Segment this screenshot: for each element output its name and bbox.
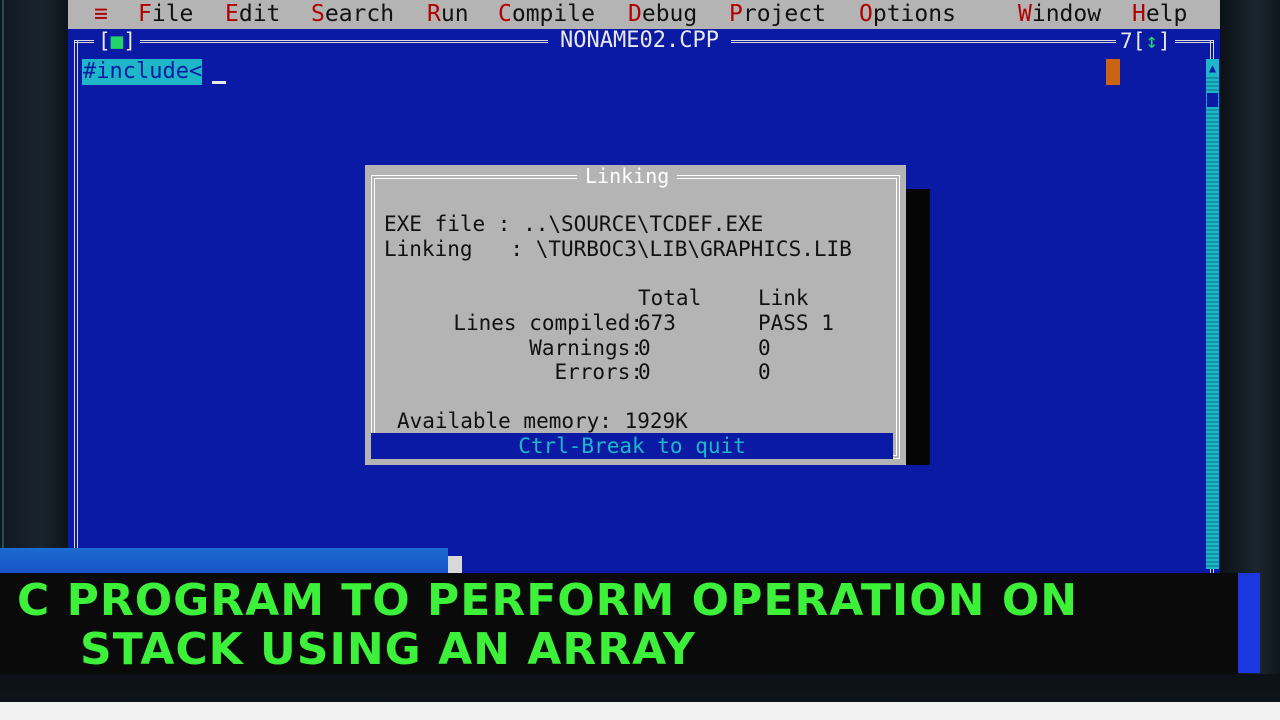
menu-run-label: un [440, 1, 469, 27]
dialog-title: Linking [577, 165, 678, 187]
vertical-scrollbar[interactable]: ▲ [1206, 59, 1219, 569]
errors-label: Errors: [554, 360, 643, 384]
memory-label: Available memory: [397, 409, 612, 433]
bottom-strip [0, 674, 1280, 720]
caption-line-2: STACK USING AN ARRAY [80, 624, 696, 675]
memory-row: Available memory: 1929K [397, 409, 688, 433]
scroll-up-icon[interactable]: ▲ [1206, 59, 1219, 77]
lines-compiled-total: 673 [638, 311, 676, 335]
window-zoom-button[interactable]: 7[↕] [1116, 29, 1175, 53]
menu-project-label: roject [742, 1, 826, 27]
menu-debug-hotkey: D [628, 1, 642, 27]
lines-compiled-link: PASS 1 [758, 311, 834, 335]
menu-compile-hotkey: C [498, 1, 512, 27]
menu-window-label: indow [1031, 1, 1102, 27]
warnings-label: Warnings: [529, 336, 643, 360]
system-menu-icon[interactable]: ≡ [94, 0, 108, 29]
menu-help[interactable]: Help [1132, 0, 1187, 29]
column-marker [1106, 59, 1120, 85]
lines-compiled-label: Lines compiled: [453, 311, 643, 335]
errors-link: 0 [758, 360, 771, 384]
errors-total: 0 [638, 360, 651, 384]
window-number: 7 [1120, 29, 1133, 53]
exe-file-row: EXE file : ..\SOURCE\TCDEF.EXE [384, 212, 763, 236]
menu-file-label: ile [151, 1, 194, 27]
menu-bar: ≡ File Edit Search Run Compile Debug Pro… [68, 0, 1220, 29]
scroll-thumb[interactable] [1207, 93, 1218, 107]
menu-window-hotkey: W [1018, 1, 1032, 27]
warnings-link: 0 [758, 336, 771, 360]
status-strip [0, 548, 462, 574]
close-bracket-open: [ [98, 29, 111, 53]
window-close-button[interactable]: [■] [94, 29, 140, 53]
menu-project[interactable]: Project [729, 0, 826, 29]
menu-compile[interactable]: Compile [498, 0, 595, 29]
ctrl-break-hint: Ctrl-Break to quit [371, 433, 893, 459]
zoom-bracket-open: [ [1132, 29, 1146, 53]
caption-line-1: C PROGRAM TO PERFORM OPERATION ON [17, 575, 1079, 626]
linking-label: Linking : [384, 237, 536, 261]
menu-help-hotkey: H [1132, 1, 1146, 27]
menu-file[interactable]: File [138, 0, 193, 29]
code-editor-line[interactable]: #include< [82, 59, 203, 85]
menu-edit-hotkey: E [225, 1, 239, 27]
zoom-icon: ↕ [1145, 29, 1158, 53]
close-bracket-end: ] [123, 29, 136, 53]
menu-search-label: earch [324, 1, 395, 27]
menu-options-hotkey: O [859, 1, 873, 27]
menu-project-hotkey: P [729, 1, 743, 27]
warnings-total: 0 [638, 336, 651, 360]
column-header-total: Total [638, 286, 702, 310]
memory-value: 1929K [624, 409, 688, 433]
menu-run[interactable]: Run [427, 0, 469, 29]
column-header-link: Link [758, 286, 809, 310]
menu-debug[interactable]: Debug [628, 0, 697, 29]
menu-edit-label: dit [238, 1, 281, 27]
exe-file-label: EXE file : [384, 212, 524, 236]
menu-options[interactable]: Options [859, 0, 956, 29]
menu-edit[interactable]: Edit [225, 0, 280, 29]
window-title: NONAME02.CPP [548, 29, 731, 53]
menu-search[interactable]: Search [311, 0, 394, 29]
linking-row: Linking : \TURBOC3\LIB\GRAPHICS.LIB [384, 237, 852, 261]
editor-border-left [74, 40, 78, 575]
menu-search-hotkey: S [311, 1, 325, 27]
exe-file-value: ..\SOURCE\TCDEF.EXE [523, 212, 764, 236]
menu-debug-label: ebug [641, 1, 698, 27]
zoom-bracket-end: ] [1157, 29, 1171, 53]
dialog-shadow [906, 189, 930, 465]
text-cursor [212, 81, 226, 84]
linking-dialog: Linking EXE file : ..\SOURCE\TCDEF.EXE L… [365, 165, 906, 465]
caption-banner: C PROGRAM TO PERFORM OPERATION ON STACK … [0, 573, 1238, 674]
linking-value: \TURBOC3\LIB\GRAPHICS.LIB [535, 237, 852, 261]
banner-edge [1238, 573, 1260, 673]
close-icon: ■ [110, 29, 124, 53]
menu-file-hotkey: F [138, 1, 152, 27]
menu-help-label: elp [1145, 1, 1188, 27]
menu-compile-label: ompile [511, 1, 595, 27]
menu-window[interactable]: Window [1018, 0, 1101, 29]
menu-options-label: ptions [872, 1, 956, 27]
menu-run-hotkey: R [427, 1, 441, 27]
